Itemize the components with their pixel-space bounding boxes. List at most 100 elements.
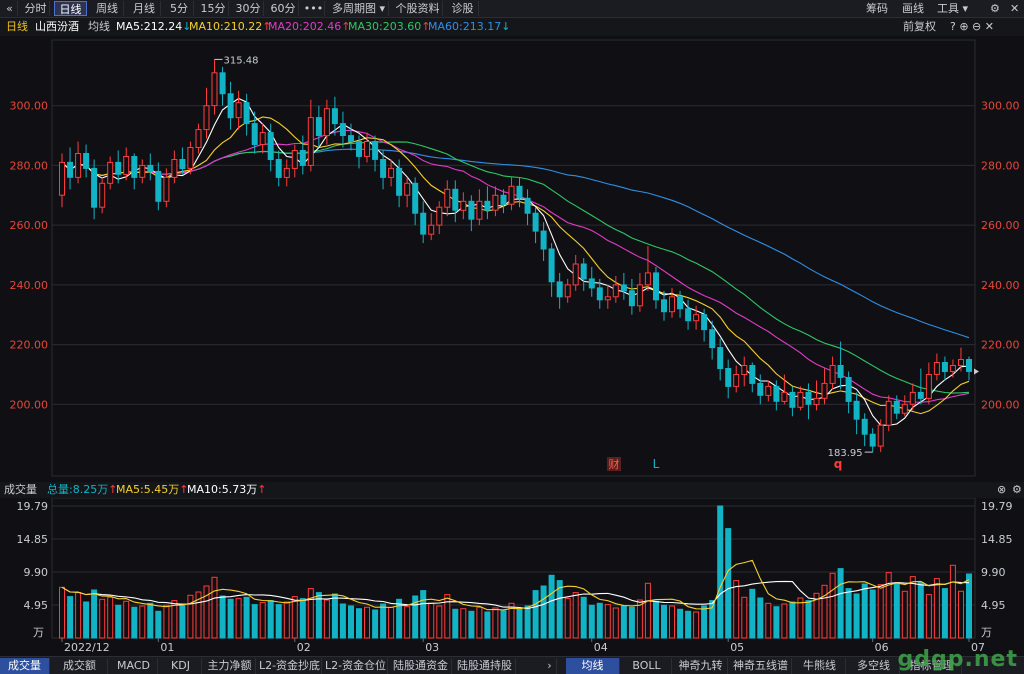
candle-up: [171, 159, 178, 178]
volume-bar-down: [893, 583, 900, 639]
volume-bar-up: [797, 597, 804, 639]
candle-down: [917, 391, 924, 399]
candle-up: [572, 263, 579, 286]
indicator-tab-left-0[interactable]: 成交量: [0, 658, 50, 674]
close-icon[interactable]: ✕: [1010, 1, 1019, 16]
candle-down: [845, 377, 852, 402]
volume-bar-up: [163, 604, 170, 639]
tools-button[interactable]: 工具 ▾: [937, 1, 968, 16]
toolbar-tab-8[interactable]: •••: [303, 1, 325, 16]
toolbar-tab-2[interactable]: 周线: [91, 1, 124, 16]
indicator-tab-right-4[interactable]: 牛熊线: [794, 658, 846, 674]
tabs-scroll-arrow[interactable]: ›: [543, 658, 557, 674]
candle-up: [909, 391, 916, 405]
price-chart-svg[interactable]: 200.00 200.00 220.00 220.00 240.00 240.00 260.…: [0, 36, 1024, 480]
indicator-tab-right-0[interactable]: 均线: [566, 658, 620, 674]
volume-bar-down: [861, 583, 868, 639]
ma-label[interactable]: 均线: [88, 18, 110, 36]
indicator-tab-left-1[interactable]: 成交额: [52, 658, 108, 674]
date-label: 04: [594, 641, 608, 654]
candle-up: [821, 382, 828, 399]
settings-icon[interactable]: ⚙: [990, 1, 1000, 16]
candle-down: [789, 391, 796, 408]
toolbar-tab-1[interactable]: 日线: [54, 1, 87, 16]
volume-bar-down: [348, 605, 354, 639]
volume-chart[interactable]: 4.95 4.95 9.90 9.90 14.85 14.85 19.79 19.79 万 万 20…: [0, 497, 1024, 656]
volume-bar-down: [147, 602, 154, 639]
draw-line-button[interactable]: 画线: [902, 1, 924, 16]
current-price-marker: [974, 368, 979, 375]
candle-down: [620, 284, 627, 292]
indicator-tab-right-5[interactable]: 多空线: [848, 658, 900, 674]
indicator-tab-right-2[interactable]: 神奇九转: [674, 658, 728, 674]
indicator-tab-left-8[interactable]: 陆股通持股: [454, 658, 516, 674]
volume-bar-down: [484, 611, 491, 639]
candle-down: [677, 296, 684, 310]
volume-bar-up: [781, 603, 788, 639]
candle-up: [508, 185, 515, 205]
candle-up: [877, 424, 884, 447]
chips-button[interactable]: 筹码: [866, 1, 888, 16]
toolbar-tab-7[interactable]: 60分: [268, 1, 299, 16]
candle-down: [147, 164, 154, 172]
candle-down: [757, 382, 764, 396]
volume-bar-down: [380, 603, 387, 639]
volume-bar-down: [941, 588, 948, 639]
volume-chart-svg[interactable]: 4.95 4.95 9.90 9.90 14.85 14.85 19.79 19.79 万 万 20…: [0, 497, 1024, 656]
volume-bar-down: [540, 585, 547, 639]
volume-bar-up: [901, 590, 908, 639]
volume-bar-up: [307, 588, 314, 639]
ma-info-bar: 日线 山西汾酒 均线 MA5:212.24↓ MA10:210.22↑ MA20…: [0, 18, 1024, 36]
indicator-tab-left-7[interactable]: 陆股通资金: [390, 658, 452, 674]
ma10-value: MA10:210.22↑: [189, 20, 272, 33]
candle-up: [259, 132, 266, 145]
volume-bar-down: [227, 598, 234, 639]
toolbar-tab-9[interactable]: 多周期图 ▾: [329, 1, 389, 16]
toolbar-tab-5[interactable]: 15分: [198, 1, 229, 16]
volume-bar-down: [155, 610, 162, 639]
toolbar-tab-6[interactable]: 30分: [233, 1, 264, 16]
indicator-tab-left-5[interactable]: L2-资金抄底: [258, 658, 322, 674]
candle-up: [958, 359, 964, 366]
candle-down: [837, 365, 844, 378]
fuquan-button[interactable]: 前复权: [903, 18, 936, 36]
volume-bar-up: [364, 606, 370, 639]
volume-settings-icon[interactable]: ⚙: [1012, 482, 1022, 498]
back-icon[interactable]: «: [2, 1, 18, 16]
candle-up: [59, 161, 65, 196]
indicator-tab-left-6[interactable]: L2-资金仓位: [324, 658, 388, 674]
volume-bar-down: [757, 597, 764, 639]
candle-up: [741, 365, 748, 375]
price-tick-right: 300.00: [981, 100, 1020, 113]
volume-ma5: MA5:5.45万↑: [116, 483, 189, 496]
volume-bar-down: [532, 590, 539, 639]
indicator-tab-left-4[interactable]: 主力净额: [204, 658, 256, 674]
candle-down: [91, 167, 98, 208]
candle-up: [388, 167, 395, 178]
zoom-icons[interactable]: ? ⊕ ⊖ ✕: [950, 18, 994, 36]
volume-close-icon[interactable]: ⊗: [997, 482, 1006, 498]
toolbar-tab-3[interactable]: 月线: [128, 1, 161, 16]
candle-down: [653, 272, 659, 301]
candle-down: [412, 182, 419, 214]
toolbar-tab-4[interactable]: 5分: [165, 1, 194, 16]
candle-up: [187, 147, 194, 169]
price-chart[interactable]: 200.00 200.00 220.00 220.00 240.00 240.00 260.…: [0, 36, 1024, 480]
candle-up: [604, 296, 611, 301]
indicator-tabs: 成交量 成交额 MACD KDJ 主力净额 L2-资金抄底 L2-资金仓位 陆股通资金 陆股通持…: [0, 656, 1024, 674]
indicator-tab-left-2[interactable]: MACD: [110, 658, 158, 674]
volume-bar-down: [115, 604, 122, 639]
volume-bar-down: [677, 608, 684, 639]
toolbar-tab-11[interactable]: 诊股: [447, 1, 479, 16]
high-label: 315.48: [224, 55, 259, 66]
indicator-tab-right-3[interactable]: 神奇五线谱: [730, 658, 792, 674]
indicator-tab-left-3[interactable]: KDJ: [160, 658, 202, 674]
indicator-tab-right-1[interactable]: BOLL: [622, 658, 672, 674]
candle-down: [356, 141, 362, 157]
volume-bar-down: [243, 596, 250, 639]
toolbar-tab-10[interactable]: 个股资料: [393, 1, 443, 16]
ma-line-ma30: [61, 141, 970, 394]
toolbar-tab-0[interactable]: 分时: [22, 1, 50, 16]
candle-down: [773, 385, 780, 402]
candle-down: [131, 156, 138, 178]
